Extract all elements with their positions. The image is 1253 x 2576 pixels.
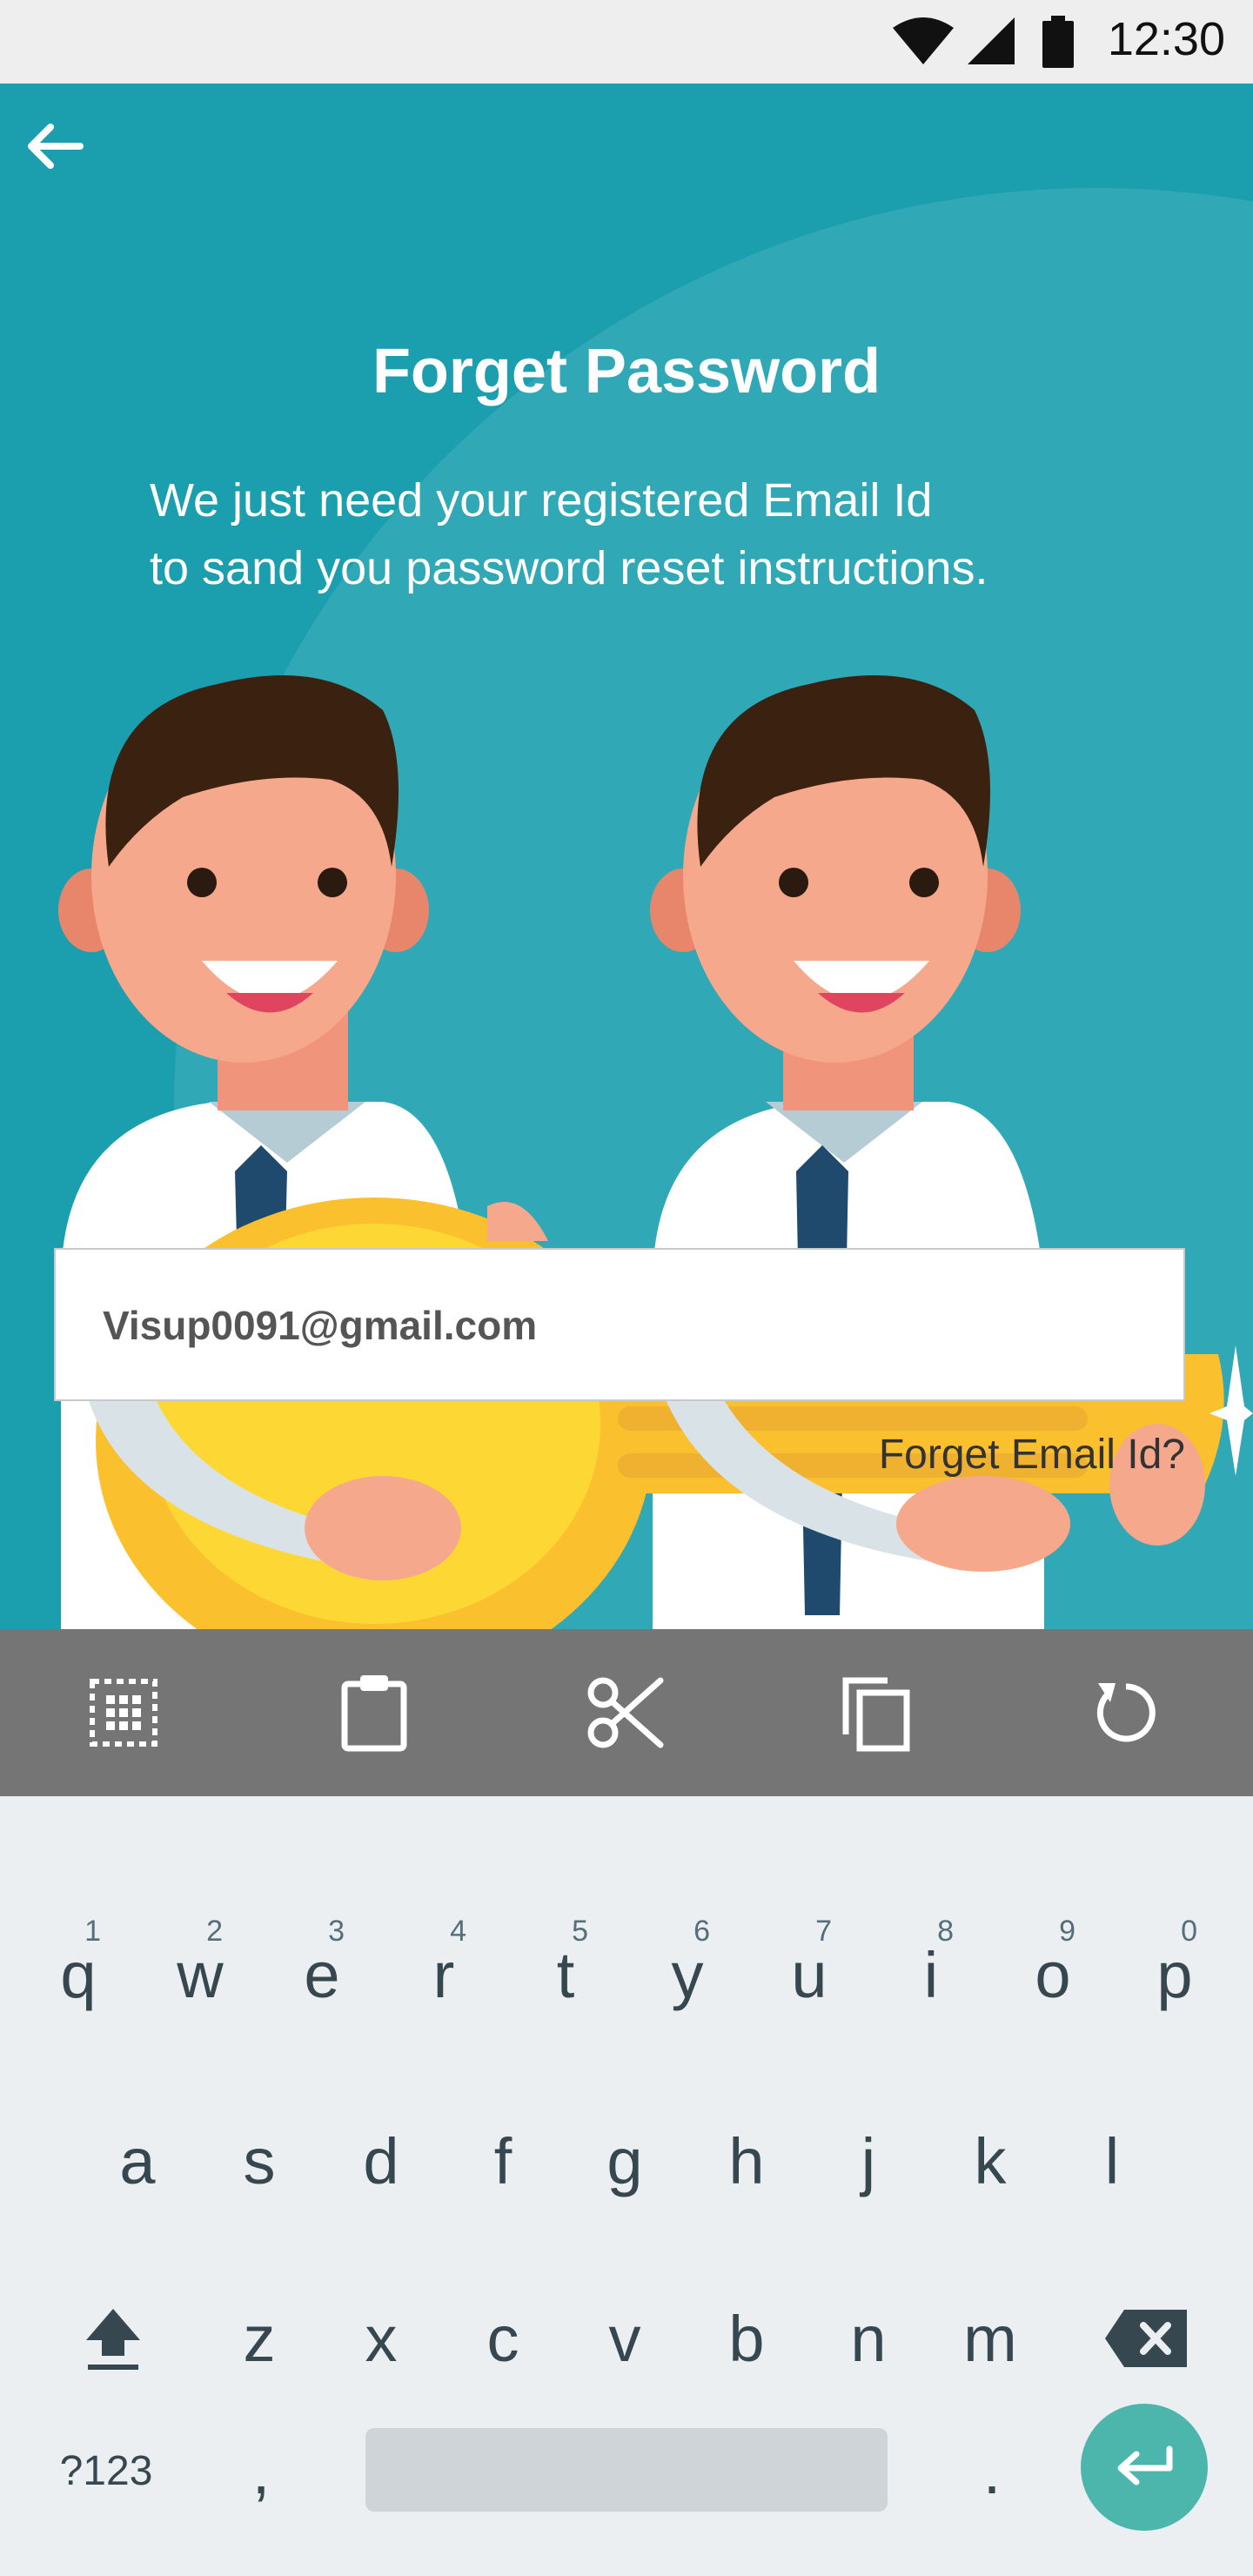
space-bar[interactable]: [365, 2428, 888, 2512]
battery-icon: [1042, 16, 1074, 68]
select-all-icon[interactable]: [73, 1662, 174, 1763]
key-b[interactable]: b: [686, 2256, 807, 2421]
forget-email-link[interactable]: Forget Email Id?: [879, 1431, 1185, 1479]
key-i[interactable]: i8: [870, 1892, 992, 2057]
key-w[interactable]: w2: [139, 1892, 261, 2057]
enter-icon: [1117, 2445, 1173, 2485]
wifi-icon: [893, 17, 954, 64]
key-n[interactable]: n: [807, 2256, 929, 2421]
comma-key[interactable]: ,: [200, 2388, 322, 2553]
key-p[interactable]: p0: [1114, 1892, 1236, 2057]
key-v[interactable]: v: [564, 2256, 686, 2421]
clock: 12:30: [1107, 13, 1225, 65]
page-subtitle: We just need your registered Email Id to…: [150, 466, 1176, 602]
copy-icon[interactable]: [825, 1662, 926, 1763]
key-a[interactable]: a: [77, 2078, 198, 2244]
email-field-container[interactable]: [54, 1248, 1185, 1401]
period-key[interactable]: .: [931, 2388, 1053, 2553]
cut-icon[interactable]: [574, 1662, 675, 1763]
key-f[interactable]: f: [442, 2078, 564, 2244]
key-l[interactable]: l: [1051, 2078, 1173, 2244]
back-arrow-icon[interactable]: [19, 111, 89, 181]
key-g[interactable]: g: [564, 2078, 686, 2244]
key-q[interactable]: q1: [17, 1892, 139, 2057]
status-bar: 12:30: [0, 0, 1253, 84]
shift-icon: [86, 2309, 140, 2370]
email-field[interactable]: [101, 1250, 1131, 1401]
backspace-icon: [1105, 2310, 1187, 2367]
key-y[interactable]: y6: [626, 1892, 748, 2057]
forget-password-screen: Forget Password We just need your regist…: [0, 84, 1253, 1629]
subtitle-line-2: to sand you password reset instructions.: [150, 542, 988, 594]
key-x[interactable]: x: [320, 2256, 442, 2421]
signal-icon: [968, 17, 1015, 64]
backspace-key[interactable]: [1086, 2256, 1208, 2421]
key-e[interactable]: e3: [261, 1892, 383, 2057]
undo-icon[interactable]: [1075, 1662, 1176, 1763]
subtitle-line-1: We just need your registered Email Id: [150, 474, 933, 527]
key-j[interactable]: j: [807, 2078, 929, 2244]
key-u[interactable]: u7: [748, 1892, 870, 2057]
key-k[interactable]: k: [929, 2078, 1051, 2244]
symbols-key[interactable]: ?123: [45, 2388, 167, 2553]
keyboard-toolbar: [0, 1629, 1253, 1796]
soft-keyboard: q1 w2 e3 r4 t5 y6 u7 i8 o9 p0 a s d f g …: [0, 1796, 1253, 2576]
key-s[interactable]: s: [198, 2078, 320, 2244]
key-r[interactable]: r4: [383, 1892, 505, 2057]
key-o[interactable]: o9: [992, 1892, 1114, 2057]
key-t[interactable]: t5: [505, 1892, 626, 2057]
key-c[interactable]: c: [442, 2256, 564, 2421]
key-h[interactable]: h: [686, 2078, 807, 2244]
key-d[interactable]: d: [320, 2078, 442, 2244]
enter-key[interactable]: [1081, 2404, 1208, 2531]
page-title: Forget Password: [372, 337, 881, 406]
paste-icon[interactable]: [324, 1662, 425, 1763]
